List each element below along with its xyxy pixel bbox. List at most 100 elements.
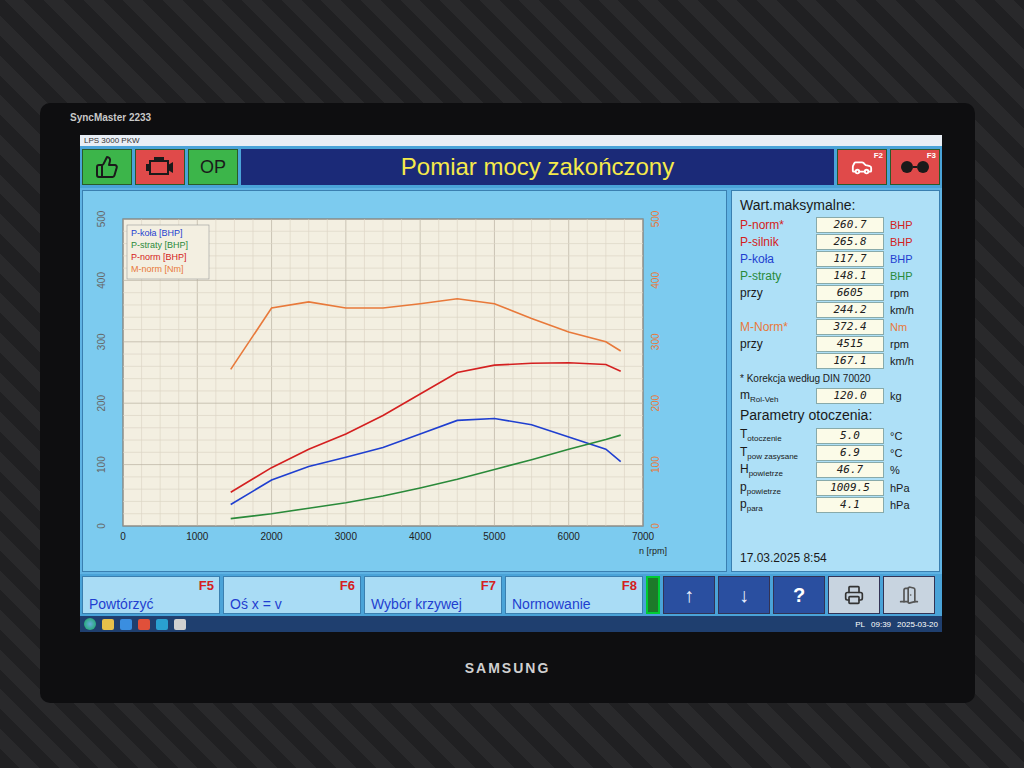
function-key[interactable]: PowtórzyćF5 bbox=[82, 576, 220, 614]
mode-button[interactable]: OP bbox=[188, 149, 238, 185]
y-tick: 500 bbox=[96, 210, 107, 227]
tool-button[interactable] bbox=[883, 576, 935, 614]
function-key[interactable]: Wybór krzywejF7 bbox=[364, 576, 502, 614]
y2-tick: 300 bbox=[650, 333, 661, 350]
function-key[interactable]: NormowanieF8 bbox=[505, 576, 643, 614]
mass-row: mRol-Veh120.0kg bbox=[740, 388, 931, 404]
start-icon[interactable] bbox=[84, 618, 96, 630]
power-chart: 0100200300400500010020030040050001000200… bbox=[83, 191, 724, 571]
vehicle-button[interactable]: F2 bbox=[837, 149, 887, 185]
row-label: P-norm* bbox=[740, 218, 816, 232]
y-tick: 400 bbox=[96, 272, 107, 289]
value-row: przy6605rpm bbox=[740, 285, 931, 301]
tray: PL09:392025-03-20 bbox=[855, 620, 938, 629]
value-row: 244.2km/h bbox=[740, 302, 931, 318]
tool-button[interactable] bbox=[828, 576, 880, 614]
y-tick: 100 bbox=[96, 456, 107, 473]
x-tick: 2000 bbox=[260, 531, 283, 542]
y2-tick: 500 bbox=[650, 210, 661, 227]
value-field: 1009.5 bbox=[816, 480, 884, 496]
value-field: 120.0 bbox=[816, 388, 884, 404]
value-row: P-silnik265.8BHP bbox=[740, 234, 931, 250]
value-field: 167.1 bbox=[816, 353, 884, 369]
tool-button[interactable]: ↓ bbox=[718, 576, 770, 614]
series-line bbox=[231, 419, 621, 505]
rollers-icon bbox=[900, 159, 930, 175]
row-unit: °C bbox=[890, 430, 902, 442]
y2-tick: 100 bbox=[650, 456, 661, 473]
media-icon[interactable] bbox=[138, 619, 150, 630]
ambient-row: ppara4.1hPa bbox=[740, 497, 931, 513]
value-field: 46.7 bbox=[816, 462, 884, 478]
tool-button[interactable]: ? bbox=[773, 576, 825, 614]
value-field: 244.2 bbox=[816, 302, 884, 318]
row-label: P-koła bbox=[740, 252, 816, 266]
ambient-title: Parametry otoczenia: bbox=[740, 407, 931, 423]
printer-icon bbox=[844, 585, 864, 605]
ok-button[interactable] bbox=[82, 149, 132, 185]
row-label: ppowietrze bbox=[740, 480, 816, 496]
key-tag: F7 bbox=[481, 579, 496, 593]
y2-tick: 200 bbox=[650, 394, 661, 411]
row-unit: % bbox=[890, 464, 900, 476]
clock-time: 09:39 bbox=[871, 620, 891, 629]
folder-icon[interactable] bbox=[102, 619, 114, 630]
monitor-brand: SAMSUNG bbox=[40, 632, 975, 703]
ambient-row: Totoczenie5.0°C bbox=[740, 427, 931, 443]
engine-icon bbox=[145, 156, 175, 178]
value-field: 6.9 bbox=[816, 445, 884, 461]
value-field: 148.1 bbox=[816, 268, 884, 284]
app-icon[interactable] bbox=[174, 619, 186, 630]
status-indicator bbox=[646, 576, 660, 614]
exit-icon bbox=[899, 585, 919, 605]
row-unit: BHP bbox=[890, 219, 913, 231]
value-field: 4.1 bbox=[816, 497, 884, 513]
row-label: przy bbox=[740, 286, 816, 300]
timestamp: 17.03.2025 8:54 bbox=[740, 551, 931, 567]
value-field: 372.4 bbox=[816, 319, 884, 335]
engine-button[interactable] bbox=[135, 149, 185, 185]
row-unit: rpm bbox=[890, 338, 909, 350]
browser-icon[interactable] bbox=[120, 619, 132, 630]
edge-icon[interactable] bbox=[156, 619, 168, 630]
row-unit: BHP bbox=[890, 236, 913, 248]
series-line bbox=[231, 435, 621, 519]
monitor: SyncMaster 2233LPS 3000 PKWOPPomiar mocy… bbox=[40, 103, 975, 703]
x-tick: 6000 bbox=[558, 531, 581, 542]
rollers-button[interactable]: F3 bbox=[890, 149, 940, 185]
row-label: Tpow zasysane bbox=[740, 445, 816, 461]
tool-label: ↑ bbox=[684, 584, 694, 607]
page: SyncMaster 2233LPS 3000 PKWOPPomiar mocy… bbox=[0, 0, 1024, 768]
tool-button[interactable]: ↑ bbox=[663, 576, 715, 614]
series-line bbox=[231, 299, 621, 370]
side-panel: Wart.maksymalne:P-norm*260.7BHPP-silnik2… bbox=[731, 190, 940, 572]
key-tag: F5 bbox=[199, 579, 214, 593]
y-tick: 300 bbox=[96, 333, 107, 350]
key-tag: F2 bbox=[874, 151, 883, 160]
plot-area bbox=[123, 219, 643, 526]
y-tick: 200 bbox=[96, 394, 107, 411]
row-unit: km/h bbox=[890, 355, 914, 367]
value-row: przy4515rpm bbox=[740, 336, 931, 352]
function-key[interactable]: Oś x = vF6 bbox=[223, 576, 361, 614]
x-tick: 1000 bbox=[186, 531, 209, 542]
status-title: Pomiar mocy zakończony bbox=[241, 149, 834, 185]
row-label: mRol-Veh bbox=[740, 388, 816, 404]
value-field: 6605 bbox=[816, 285, 884, 301]
x-tick: 7000 bbox=[632, 531, 655, 542]
key-tag: F3 bbox=[927, 151, 936, 160]
language[interactable]: PL bbox=[855, 620, 865, 629]
screen-row: LPS 3000 PKWOPPomiar mocy zakończonyF2F3… bbox=[40, 135, 975, 632]
header: OPPomiar mocy zakończony F2 F3 bbox=[80, 146, 942, 188]
value-field: 260.7 bbox=[816, 217, 884, 233]
x-tick: 0 bbox=[120, 531, 126, 542]
legend-item: M-norm [Nm] bbox=[131, 264, 184, 274]
value-row: P-straty148.1BHP bbox=[740, 268, 931, 284]
row-unit: hPa bbox=[890, 499, 910, 511]
row-unit: hPa bbox=[890, 482, 910, 494]
row-unit: °C bbox=[890, 447, 902, 459]
row-label: przy bbox=[740, 337, 816, 351]
key-tag: F6 bbox=[340, 579, 355, 593]
value-field: 5.0 bbox=[816, 428, 884, 444]
value-row: 167.1 km/h bbox=[740, 353, 931, 369]
